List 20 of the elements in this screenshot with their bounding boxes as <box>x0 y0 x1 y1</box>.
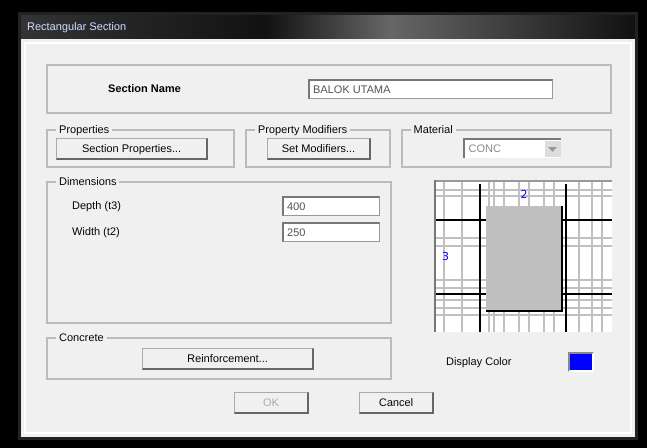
field-label: Width (t2) <box>71 226 121 238</box>
cancel-button[interactable]: Cancel <box>359 392 434 414</box>
axis-label: 3 <box>442 250 449 263</box>
dimension-field[interactable]: 250 <box>282 222 380 242</box>
axis-label: 2 <box>520 188 528 201</box>
group-label: Properties <box>58 124 110 136</box>
field-label: Depth (t3) <box>71 200 122 212</box>
group-label: Material <box>412 124 454 136</box>
color-swatch[interactable] <box>568 352 594 372</box>
group-label: Dimensions <box>58 176 118 188</box>
dimension-field[interactable]: 400 <box>282 196 380 216</box>
section-name-label: Section Name <box>108 83 182 95</box>
section-properties-button[interactable]: Section Properties... <box>56 138 208 160</box>
display-color-label: Display Color <box>446 356 512 368</box>
group-label: Concrete <box>58 332 105 344</box>
set-modifiers-button[interactable]: Set Modifiers... <box>266 138 371 160</box>
window-title: Rectangular Section <box>27 21 126 33</box>
reinforcement-button[interactable]: Reinforcement... <box>142 348 314 370</box>
group-label: Property Modifiers <box>256 124 348 136</box>
section-name-field[interactable]: BALOK UTAMA <box>308 79 553 99</box>
